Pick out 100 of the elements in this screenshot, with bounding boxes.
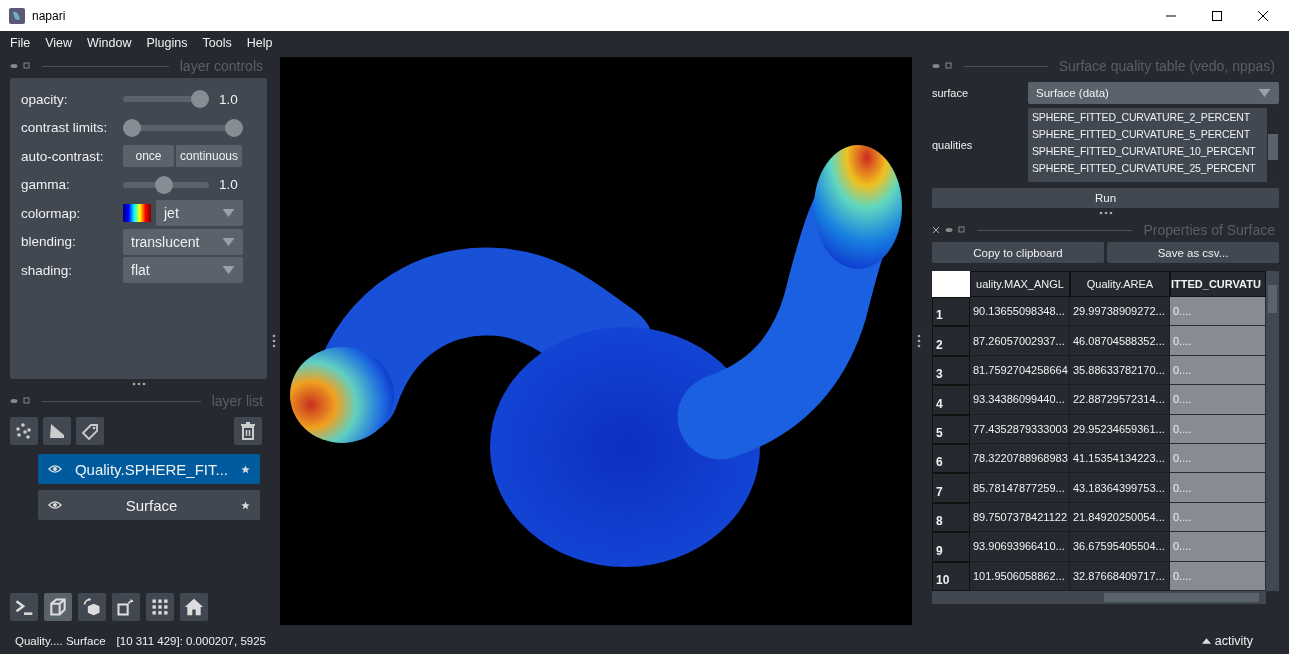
layer-item[interactable]: Quality.SPHERE_FIT... — [38, 454, 260, 484]
list-item[interactable]: SPHERE_FITTED_CURVATURE_2_PERCENT — [1032, 109, 1263, 126]
table-cell: 93.34386099440... — [970, 385, 1070, 415]
ndisplay-button[interactable] — [44, 593, 72, 621]
shading-dropdown[interactable]: flat — [123, 257, 243, 284]
column-header[interactable]: uality.MAX_ANGL — [970, 271, 1070, 297]
auto-contrast-button[interactable]: once — [123, 145, 174, 168]
splitter-handle-icon[interactable] — [131, 382, 146, 386]
vertical-scrollbar[interactable] — [1266, 271, 1279, 591]
field-label: surface — [932, 87, 970, 99]
opacity-slider[interactable] — [123, 90, 209, 109]
row-header[interactable]: 8 — [932, 502, 970, 533]
menu-item[interactable]: Tools — [202, 35, 232, 50]
surface-dropdown[interactable]: Surface (data) — [1028, 82, 1279, 104]
auto-contrast-button[interactable]: continuous — [176, 145, 243, 168]
eye-icon[interactable] — [48, 464, 62, 474]
export-button[interactable]: Copy to clipboard — [932, 242, 1104, 263]
control-label: gamma: — [21, 177, 71, 193]
splitter-handle-icon[interactable] — [271, 334, 276, 348]
tag-icon — [80, 421, 100, 441]
visibility-icon[interactable] — [10, 397, 18, 405]
star-icon — [241, 464, 250, 474]
table-cell: 0.... — [1170, 561, 1266, 591]
float-icon[interactable] — [958, 226, 966, 234]
roll-button[interactable] — [78, 593, 106, 621]
dropdown-arrow-icon — [222, 266, 235, 275]
qualities-list[interactable]: SPHERE_FITTED_CURVATURE_2_PERCENT SPHERE_FITTED_CURVATURE_5_PERCENT SPHERE_FITTED_CURVATURE_10_PERCENT SPHERE_FITTED_CURVATURE_25_PERCENT — [1028, 108, 1279, 182]
home-button[interactable] — [180, 593, 208, 621]
column-header[interactable]: Quality.AREA — [1070, 271, 1170, 297]
blending-dropdown[interactable]: translucent — [123, 228, 243, 255]
viewer-canvas[interactable] — [280, 57, 912, 625]
control-label: contrast limits: — [21, 120, 109, 136]
row-header[interactable]: 7 — [932, 473, 970, 503]
row-header[interactable]: 1 — [932, 297, 970, 327]
window-title: napari — [32, 8, 66, 23]
gamma-slider[interactable] — [123, 175, 209, 194]
row-header[interactable]: 9 — [932, 532, 970, 562]
menu-item[interactable]: Plugins — [146, 35, 188, 50]
list-item[interactable]: SPHERE_FITTED_CURVATURE_10_PERCENT — [1032, 143, 1263, 160]
list-item[interactable]: SPHERE_FITTED_CURVATURE_5_PERCENT — [1032, 126, 1263, 143]
row-header[interactable]: 4 — [932, 385, 970, 415]
table-cell: 0.... — [1170, 502, 1266, 533]
transpose-button[interactable] — [112, 593, 140, 621]
row-header[interactable]: 5 — [932, 414, 970, 444]
new-labels-button[interactable] — [76, 417, 104, 445]
activity-button[interactable]: activity — [1195, 633, 1259, 649]
control-label: auto-contrast: — [21, 148, 105, 164]
close-icon[interactable] — [932, 226, 940, 234]
console-button[interactable] — [10, 593, 38, 621]
menu-item[interactable]: Help — [246, 35, 273, 50]
colormap-preview — [123, 204, 151, 223]
list-item[interactable]: SPHERE_FITTED_CURVATURE_25_PERCENT — [1032, 160, 1263, 177]
column-header[interactable]: ITTED_CURVATU — [1170, 271, 1266, 297]
row-header[interactable]: 6 — [932, 443, 970, 474]
row-header[interactable]: 2 — [932, 326, 970, 356]
control-label: blending: — [21, 234, 77, 250]
dropdown-arrow-icon — [222, 237, 235, 246]
table-cell: 93.90693966410... — [970, 532, 1070, 562]
slider-value: 1.0 — [219, 91, 238, 107]
visibility-icon[interactable] — [945, 226, 953, 234]
row-header[interactable]: 3 — [932, 355, 970, 386]
field-label: qualities — [932, 139, 974, 151]
caret-up-icon — [1201, 638, 1211, 644]
float-icon[interactable] — [23, 62, 31, 70]
menu-item[interactable]: View — [45, 35, 73, 50]
colormap-dropdown[interactable]: jet — [156, 200, 243, 227]
slider-value: 1.0 — [219, 177, 238, 193]
table-cell: 78.3220788968983 — [970, 443, 1070, 474]
eye-icon[interactable] — [48, 500, 62, 510]
float-icon[interactable] — [945, 62, 953, 70]
table-cell: 87.26057002937... — [970, 326, 1070, 356]
contrast-limits-slider[interactable] — [123, 118, 243, 137]
horizontal-scrollbar[interactable] — [932, 591, 1266, 604]
table-cell: 0.... — [1170, 532, 1266, 562]
float-icon[interactable] — [23, 397, 31, 405]
maximize-icon[interactable] — [1212, 10, 1222, 21]
run-button[interactable]: Run — [932, 188, 1279, 208]
export-button[interactable]: Save as csv... — [1107, 242, 1279, 263]
menu-item[interactable]: Window — [87, 35, 132, 50]
splitter-handle-icon[interactable] — [1098, 211, 1113, 215]
row-header[interactable]: 10 — [932, 561, 970, 591]
visibility-icon[interactable] — [932, 62, 940, 70]
grid-button[interactable] — [146, 593, 174, 621]
table-cell: 101.9506058862... — [970, 561, 1070, 591]
table-cell: 0.... — [1170, 355, 1266, 386]
table-cell: 90.13655098348... — [970, 297, 1070, 327]
polygon-icon — [47, 421, 67, 441]
menu-item[interactable]: File — [10, 35, 31, 50]
app-logo-icon — [9, 7, 25, 24]
dropdown-arrow-icon — [222, 209, 235, 218]
new-points-button[interactable] — [10, 417, 38, 445]
new-shapes-button[interactable] — [43, 417, 71, 445]
table-cell: 0.... — [1170, 473, 1266, 503]
visibility-icon[interactable] — [10, 62, 18, 70]
layer-item[interactable]: Surface — [38, 490, 260, 520]
splitter-handle-icon[interactable] — [916, 334, 921, 348]
close-icon[interactable] — [1258, 10, 1268, 21]
delete-layer-button[interactable] — [234, 417, 262, 445]
layer-name: Quality.SPHERE_FIT... — [73, 460, 230, 478]
rotate-cube-icon — [82, 597, 102, 617]
